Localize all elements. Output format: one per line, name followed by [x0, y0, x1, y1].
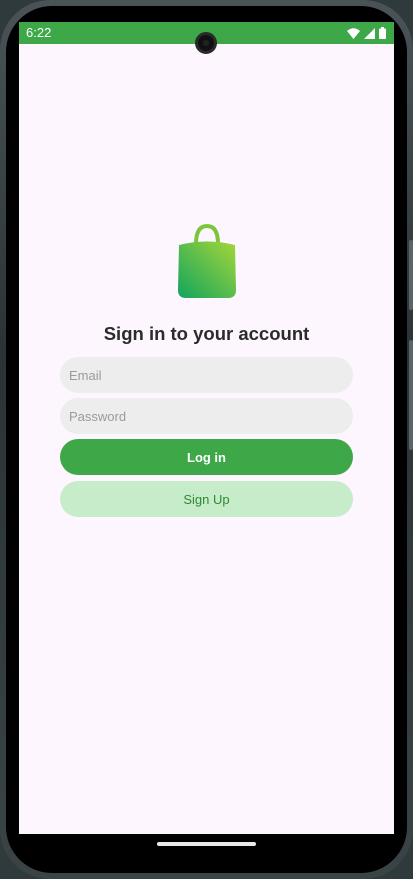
status-icons [347, 26, 386, 40]
wifi-icon [347, 27, 360, 39]
page-title: Sign in to your account [103, 323, 310, 344]
login-button[interactable]: Log in [60, 439, 353, 475]
front-camera [195, 32, 217, 54]
shopping-bag-icon [178, 224, 236, 298]
signup-button[interactable]: Sign Up [60, 481, 353, 517]
signal-icon [364, 27, 375, 39]
home-indicator[interactable] [157, 842, 256, 846]
email-field[interactable] [60, 357, 353, 393]
battery-icon [379, 27, 386, 39]
password-field[interactable] [60, 398, 353, 434]
status-time: 6:22 [26, 25, 52, 40]
app-screen: 6:22 Sign in to your account Email Log i… [19, 22, 394, 834]
phone-frame: 6:22 Sign in to your account Email Log i… [0, 0, 413, 879]
power-button [409, 240, 413, 310]
volume-button [409, 340, 413, 450]
